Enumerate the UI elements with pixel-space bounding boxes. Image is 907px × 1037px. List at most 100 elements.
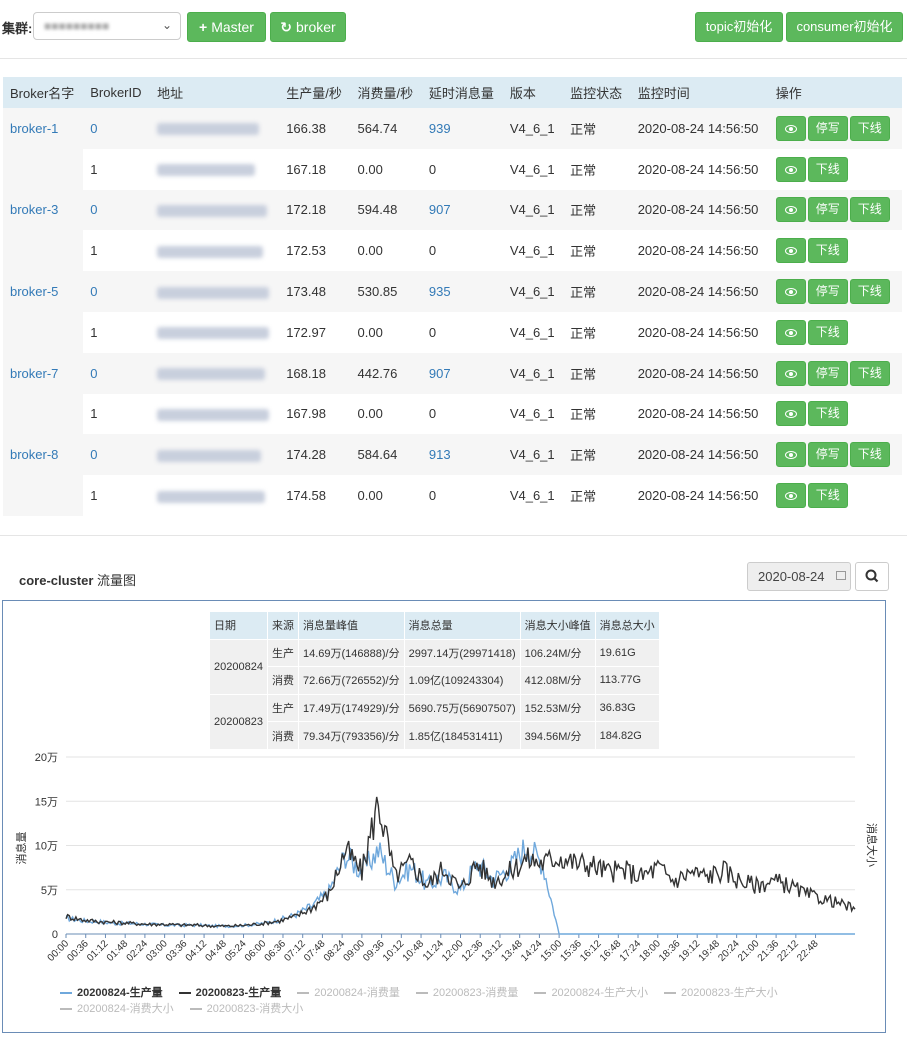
pause-write-button[interactable]: 停写 <box>807 197 848 223</box>
view-button[interactable] <box>775 360 806 386</box>
monitor-time: 2020-08-24 14:56:50 <box>630 352 769 394</box>
offline-button[interactable]: 下线 <box>849 115 890 141</box>
view-button[interactable] <box>775 156 806 182</box>
pause-write-button[interactable]: 停写 <box>807 442 848 468</box>
broker-name-link <box>3 475 84 516</box>
legend-item[interactable]: 20200824-生产量 <box>60 985 163 1001</box>
calendar-icon[interactable] <box>836 571 846 580</box>
x-tick-label: 19:12 <box>677 938 703 964</box>
offline-button[interactable]: 下线 <box>849 442 890 468</box>
legend-item[interactable]: 20200823-生产大小 <box>664 985 778 1001</box>
legend-item[interactable]: 20200823-消费量 <box>415 985 518 1001</box>
legend-swatch <box>178 992 191 995</box>
legend-item[interactable]: 20200824-消费量 <box>297 985 400 1001</box>
column-header: 监控时间 <box>630 77 769 108</box>
consumer-init-button[interactable]: consumer初始化 <box>786 12 903 42</box>
produce-rate: 168.18 <box>279 352 351 394</box>
broker-id[interactable]: 0 <box>83 352 151 394</box>
legend-label: 20200824-生产大小 <box>551 987 649 999</box>
monitor-status: 正常 <box>563 108 631 149</box>
broker-address <box>150 148 280 190</box>
delay-message-count[interactable]: 939 <box>421 108 503 149</box>
legend-item[interactable]: 20200824-生产大小 <box>534 985 648 1001</box>
y-axis-label: 消息量 <box>14 832 28 865</box>
pause-write-button[interactable]: 停写 <box>807 115 848 141</box>
broker-address <box>150 475 280 516</box>
monitor-status: 正常 <box>563 352 631 394</box>
eye-icon <box>784 451 797 460</box>
delay-message-count[interactable]: 907 <box>421 352 503 394</box>
view-button[interactable] <box>775 115 806 141</box>
broker-id[interactable]: 0 <box>83 434 151 476</box>
operations: 停写 下线 <box>768 271 902 312</box>
cluster-name: core-cluster <box>19 573 94 588</box>
legend-item[interactable]: 20200824-消费大小 <box>60 1001 174 1017</box>
monitor-time: 2020-08-24 14:56:50 <box>630 230 769 272</box>
search-button[interactable] <box>855 562 889 591</box>
broker-name-link[interactable]: broker-7 <box>3 352 84 394</box>
broker-id[interactable]: 0 <box>83 271 151 312</box>
broker-address <box>150 393 280 435</box>
x-tick-label: 00:00 <box>46 938 72 964</box>
offline-button[interactable]: 下线 <box>849 360 890 386</box>
pause-write-button[interactable]: 停写 <box>807 360 848 386</box>
offline-button[interactable]: 下线 <box>849 279 890 305</box>
legend-item[interactable]: 20200823-生产量 <box>178 985 281 1001</box>
redacted-address <box>157 327 270 340</box>
delay-message-count[interactable]: 907 <box>421 189 503 231</box>
date-input[interactable]: 2020-08-24 <box>747 562 851 591</box>
view-button[interactable] <box>775 197 806 223</box>
x-tick-label: 20:24 <box>716 938 742 964</box>
cluster-select[interactable]: ■■■■■■■■■ ⌄ <box>33 12 181 40</box>
broker-name-link[interactable]: broker-1 <box>3 108 84 149</box>
broker-id[interactable]: 0 <box>83 108 151 149</box>
offline-button[interactable]: 下线 <box>807 401 848 427</box>
consume-rate: 0.00 <box>350 230 422 272</box>
broker-id[interactable]: 0 <box>83 189 151 231</box>
x-tick-label: 10:48 <box>401 938 427 964</box>
broker-name-link <box>3 311 84 353</box>
view-button[interactable] <box>775 483 806 509</box>
consume-rate: 0.00 <box>350 148 422 190</box>
view-button[interactable] <box>775 279 806 305</box>
column-header: 延时消息量 <box>421 77 503 108</box>
consume-rate: 584.64 <box>350 434 422 476</box>
consume-rate: 594.48 <box>350 189 422 231</box>
monitor-time: 2020-08-24 14:56:50 <box>630 189 769 231</box>
broker-name-link[interactable]: broker-8 <box>3 434 84 476</box>
offline-button[interactable]: 下线 <box>807 319 848 345</box>
master-button[interactable]: + Master <box>187 12 266 42</box>
monitor-time: 2020-08-24 14:56:50 <box>630 311 769 353</box>
broker-id: 1 <box>83 230 151 272</box>
eye-icon <box>784 491 797 500</box>
offline-button[interactable]: 下线 <box>807 156 848 182</box>
view-button[interactable] <box>775 401 806 427</box>
summary-row: 20200824 生产 14.69万(146888)/分 2997.14万(29971… <box>209 638 660 695</box>
pause-write-button[interactable]: 停写 <box>807 279 848 305</box>
broker-name-link[interactable]: broker-3 <box>3 189 84 231</box>
legend-item[interactable]: 20200823-消费大小 <box>189 1001 303 1017</box>
offline-button[interactable]: 下线 <box>849 197 890 223</box>
delay-message-count[interactable]: 935 <box>421 271 503 312</box>
view-button[interactable] <box>775 238 806 264</box>
series-line <box>65 796 856 929</box>
toolbar: 集群: ■■■■■■■■■ ⌄ + Master ↻ broker topic初始化… <box>0 0 907 56</box>
version: V4_6_1 <box>502 271 564 312</box>
broker-refresh-button[interactable]: ↻ broker <box>270 12 346 42</box>
date-input-value: 2020-08-24 <box>758 569 825 584</box>
version: V4_6_1 <box>502 393 564 435</box>
view-button[interactable] <box>775 319 806 345</box>
eye-icon <box>784 206 797 215</box>
topic-init-button[interactable]: topic初始化 <box>695 12 783 42</box>
summary-column-header: 日期 <box>209 611 268 640</box>
eye-icon <box>784 328 797 337</box>
offline-button[interactable]: 下线 <box>807 483 848 509</box>
offline-button[interactable]: 下线 <box>807 238 848 264</box>
cluster-label: 集群: <box>2 21 33 36</box>
summary-total: 5690.75万(56907507) <box>403 693 521 723</box>
delay-message-count[interactable]: 913 <box>421 434 503 476</box>
x-tick-label: 22:48 <box>795 938 821 964</box>
broker-name-link[interactable]: broker-5 <box>3 271 84 312</box>
view-button[interactable] <box>775 442 806 468</box>
consume-rate: 0.00 <box>350 311 422 353</box>
